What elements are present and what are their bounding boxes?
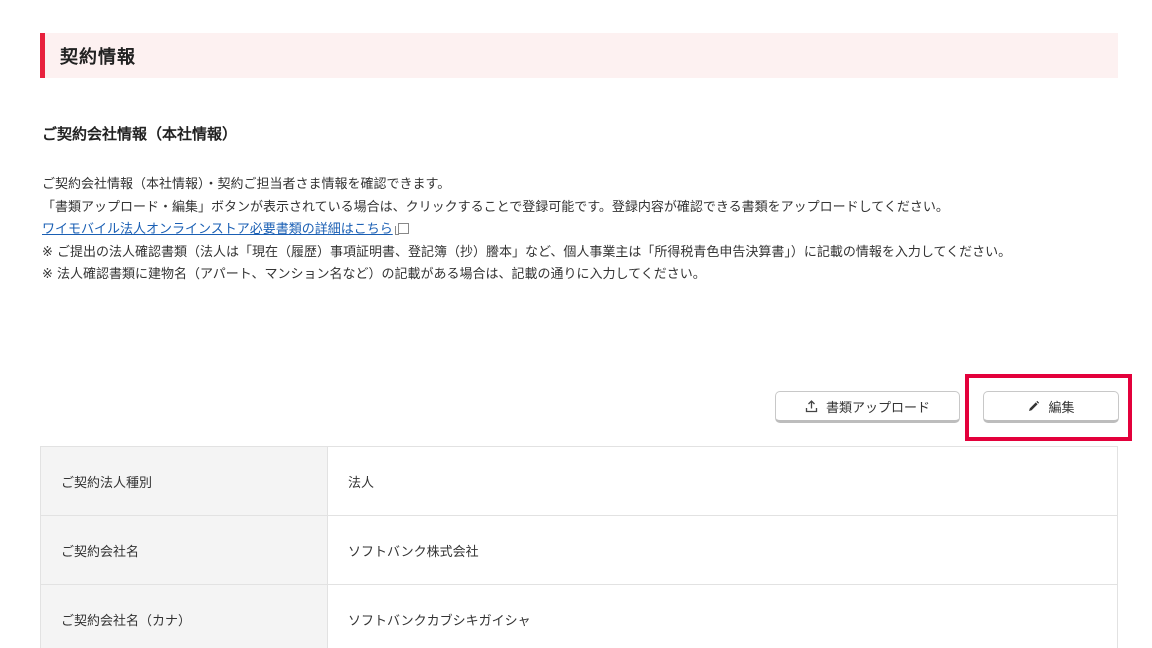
description-line-2: 「書類アップロード・編集」ボタンが表示されている場合は、クリックすることで登録可… [42, 199, 949, 215]
description-line-1: ご契約会社情報（本社情報）・契約ご担当者さま情報を確認できます。 [42, 177, 451, 192]
row-label: ご契約会社名 [40, 515, 328, 585]
upload-documents-button[interactable]: 書類アップロード [775, 391, 960, 423]
row-value: 法人 [327, 446, 1118, 516]
external-window-icon [394, 223, 409, 235]
contract-info-page: 契約情報 ご契約会社情報（本社情報） ご契約会社情報（本社情報）・契約ご担当者さ… [0, 0, 1152, 648]
upload-documents-label: 書類アップロード [825, 400, 930, 416]
description-block: ご契約会社情報（本社情報）・契約ご担当者さま情報を確認できます。 「書類アップロ… [42, 174, 1122, 287]
table-row: ご契約会社名 ソフトバンク株式会社 [40, 515, 1118, 585]
documents-link-row: ワイモバイル法人オンラインストア必要書類の詳細はこちら [42, 219, 1122, 242]
section-header: 契約情報 [40, 33, 1118, 78]
subsection-title: ご契約会社情報（本社情報） [42, 125, 238, 143]
table-row: ご契約会社名（カナ） ソフトバンクカブシキガイシャ [40, 584, 1118, 648]
row-value: ソフトバンクカブシキガイシャ [327, 584, 1118, 648]
note-2: ※ 法人確認書類に建物名（アパート、マンション名など）の記載がある場合は、記載の… [42, 267, 706, 282]
company-info-table: ご契約法人種別 法人 ご契約会社名 ソフトバンク株式会社 ご契約会社名（カナ） … [40, 446, 1118, 648]
note-1: ※ ご提出の法人確認書類（法人は「現在（履歴）事項証明書、登記簿（抄）謄本」など… [42, 244, 1012, 260]
row-label: ご契約法人種別 [40, 446, 328, 516]
edit-button-highlight-frame [965, 374, 1132, 441]
table-row: ご契約法人種別 法人 [40, 446, 1118, 516]
section-title: 契約情報 [60, 46, 136, 68]
documents-detail-link[interactable]: ワイモバイル法人オンラインストア必要書類の詳細はこちら [42, 222, 393, 237]
row-label: ご契約会社名（カナ） [40, 584, 328, 648]
row-value: ソフトバンク株式会社 [327, 515, 1118, 585]
upload-icon [805, 399, 818, 413]
